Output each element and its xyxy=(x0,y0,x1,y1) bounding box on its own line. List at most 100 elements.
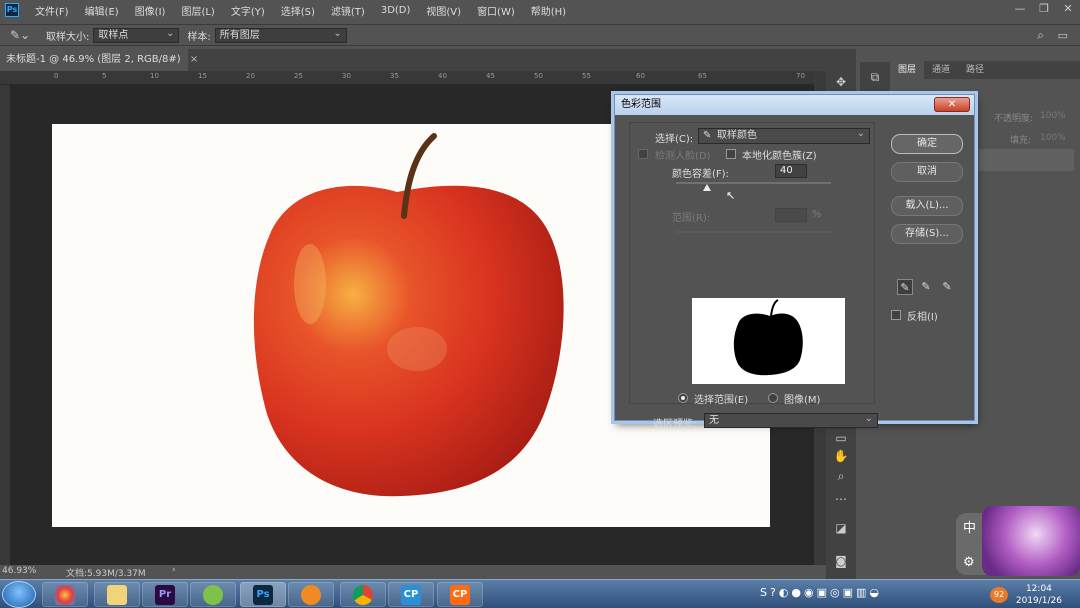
quick-mask-icon[interactable]: ◙ xyxy=(830,552,852,570)
selection-preview-label: 选区预览: xyxy=(653,419,697,430)
tray-badge[interactable]: 92 xyxy=(990,587,1008,603)
taskbar-folder-icon[interactable] xyxy=(94,582,140,607)
layer-row[interactable] xyxy=(978,149,1074,171)
taskbar-media-player[interactable] xyxy=(288,582,334,607)
image-radio[interactable] xyxy=(768,393,778,403)
menu-window[interactable]: 窗口(W) xyxy=(469,3,523,18)
menu-layer[interactable]: 图层(L) xyxy=(173,3,222,18)
ruler-tick: 15 xyxy=(198,72,207,80)
cp-icon: CP xyxy=(401,584,421,605)
workspace-icon[interactable]: ▭ xyxy=(1058,29,1068,42)
selection-preview[interactable] xyxy=(692,298,845,384)
tab-channels[interactable]: 通道 xyxy=(924,61,958,79)
sample-size-label: 取样大小: xyxy=(46,31,90,43)
eyedropper-icon[interactable]: ✎ xyxy=(897,279,913,295)
dialog-body: 选择(C): ✎ 取样颜色 检测人脸(D) 本地化颜色簇(Z) 颜色容差(F):… xyxy=(615,115,974,430)
cancel-button[interactable]: 取消 xyxy=(891,162,963,182)
sample-select[interactable]: 所有图层 xyxy=(214,27,347,43)
range-input[interactable] xyxy=(775,208,807,222)
ruler-tick: 70 xyxy=(796,72,805,80)
selection-preview-select[interactable]: 无 xyxy=(704,412,878,428)
ruler-tick: 5 xyxy=(102,72,107,80)
menu-file[interactable]: 文件(F) xyxy=(27,3,77,18)
menu-bar: Ps 文件(F) 编辑(E) 图像(I) 图层(L) 文字(Y) 选择(S) 滤… xyxy=(0,0,1080,20)
menu-select[interactable]: 选择(S) xyxy=(273,3,323,18)
color-swatches-icon[interactable]: ◪ xyxy=(830,519,852,537)
invert-checkbox[interactable] xyxy=(891,310,901,320)
ruler-tick: 65 xyxy=(698,72,707,80)
ruler-tick: 10 xyxy=(150,72,159,80)
fuzziness-slider-thumb[interactable] xyxy=(703,184,711,191)
photoshop-logo: Ps xyxy=(5,3,19,17)
dialog-close-button[interactable]: ✕ xyxy=(934,97,970,112)
range-slider[interactable] xyxy=(676,231,831,233)
taskbar-cp-blue[interactable]: CP xyxy=(388,582,434,607)
status-menu-arrow[interactable]: › xyxy=(172,565,176,575)
document-info: 文档:5.93M/3.37M xyxy=(66,569,146,579)
system-tray-icons[interactable]: S?◐●◉▣◎▣▥◒ xyxy=(760,586,980,604)
opacity-value[interactable]: 100% xyxy=(1040,111,1066,121)
options-bar: ✎⌄ 取样大小: 取样点 样本: 所有图层 ⌕ ▭ xyxy=(0,24,1080,46)
menu-view[interactable]: 视图(V) xyxy=(418,3,469,18)
horizontal-ruler: 0 5 10 15 20 25 30 35 40 45 50 55 60 65 … xyxy=(0,71,814,85)
windows-taskbar: Pr Ps CP CP S?◐●◉▣◎▣▥◒ 92 12:04 2019/1/2… xyxy=(0,579,1080,608)
taskbar-colorful-icon[interactable] xyxy=(42,582,88,607)
history-icon[interactable]: ⧉ xyxy=(864,68,886,86)
settings-gear-icon[interactable]: ⚙ xyxy=(963,555,975,570)
ime-mode-label[interactable]: 中 xyxy=(963,517,976,536)
close-button[interactable]: ✕ xyxy=(1056,0,1080,20)
tab-paths[interactable]: 路径 xyxy=(958,61,992,79)
rectangle-tool-icon[interactable]: ▭ xyxy=(830,429,852,447)
menu-edit[interactable]: 编辑(E) xyxy=(77,3,127,18)
sample-size-select[interactable]: 取样点 xyxy=(93,27,180,43)
eyedropper-plus-icon[interactable]: ✎ xyxy=(918,279,934,295)
taskbar-photoshop[interactable]: Ps xyxy=(240,582,286,607)
document-tab[interactable]: 未标题-1 @ 46.9% (图层 2, RGB/8#) × xyxy=(0,49,198,71)
fuzziness-input[interactable]: 40 xyxy=(775,164,807,178)
taskbar-cp-orange[interactable]: CP xyxy=(437,582,483,607)
invert-label: 反相(I) xyxy=(907,312,938,323)
fuzziness-slider[interactable] xyxy=(676,182,831,184)
taskbar-chrome[interactable] xyxy=(340,582,386,607)
taskbar-premiere[interactable]: Pr xyxy=(142,582,188,607)
status-bar: 46.93% 文档:5.93M/3.37M › xyxy=(0,565,826,579)
ruler-tick: 60 xyxy=(636,72,645,80)
ok-button[interactable]: 确定 xyxy=(891,134,963,154)
localized-clusters-checkbox[interactable] xyxy=(726,149,736,159)
cp-icon: CP xyxy=(450,584,470,605)
taskbar-app-green[interactable] xyxy=(190,582,236,607)
vertical-ruler xyxy=(0,85,10,565)
more-tools-icon[interactable]: … xyxy=(830,487,852,505)
eyedropper-minus-icon[interactable]: ✎ xyxy=(939,279,955,295)
document-tab-title: 未标题-1 @ 46.9% (图层 2, RGB/8#) xyxy=(6,54,181,65)
window-controls: — ❐ ✕ xyxy=(1008,0,1080,20)
apple-mask-thumbnail xyxy=(733,299,803,376)
menu-image[interactable]: 图像(I) xyxy=(127,3,174,18)
detect-faces-checkbox[interactable] xyxy=(638,149,648,159)
clock[interactable]: 12:04 2019/1/26 xyxy=(1016,583,1062,607)
eyedropper-icon[interactable]: ✎⌄ xyxy=(10,28,38,42)
color-range-dialog: 色彩范围 ✕ 选择(C): ✎ 取样颜色 检测人脸(D) 本地化颜色簇(Z) 颜… xyxy=(614,94,975,430)
menu-help[interactable]: 帮助(H) xyxy=(523,3,574,18)
menu-type[interactable]: 文字(Y) xyxy=(223,3,273,18)
zoom-level[interactable]: 46.93% xyxy=(2,566,36,576)
tab-layers[interactable]: 图层 xyxy=(890,61,925,79)
premiere-icon: Pr xyxy=(155,584,175,605)
menu-3d[interactable]: 3D(D) xyxy=(373,5,419,16)
minimize-button[interactable]: — xyxy=(1008,0,1032,20)
hand-tool-icon[interactable]: ✋ xyxy=(830,447,852,465)
save-button[interactable]: 存储(S)... xyxy=(891,224,963,244)
search-icon[interactable]: ⌕ xyxy=(1037,28,1044,43)
fill-value[interactable]: 100% xyxy=(1040,133,1066,143)
select-dropdown[interactable]: ✎ 取样颜色 xyxy=(698,127,870,144)
selection-radio[interactable] xyxy=(678,393,688,403)
zoom-tool-icon[interactable]: ⌕ xyxy=(830,467,852,485)
ruler-tick: 55 xyxy=(582,72,591,80)
load-button[interactable]: 载入(L)... xyxy=(891,196,963,216)
tab-close-icon[interactable]: × xyxy=(190,54,198,65)
menu-filter[interactable]: 滤镜(T) xyxy=(323,3,373,18)
move-tool-icon[interactable]: ✥ xyxy=(830,73,852,91)
localized-clusters-label: 本地化颜色簇(Z) xyxy=(742,151,817,162)
restore-button[interactable]: ❐ xyxy=(1032,0,1056,20)
start-button[interactable] xyxy=(2,581,36,608)
